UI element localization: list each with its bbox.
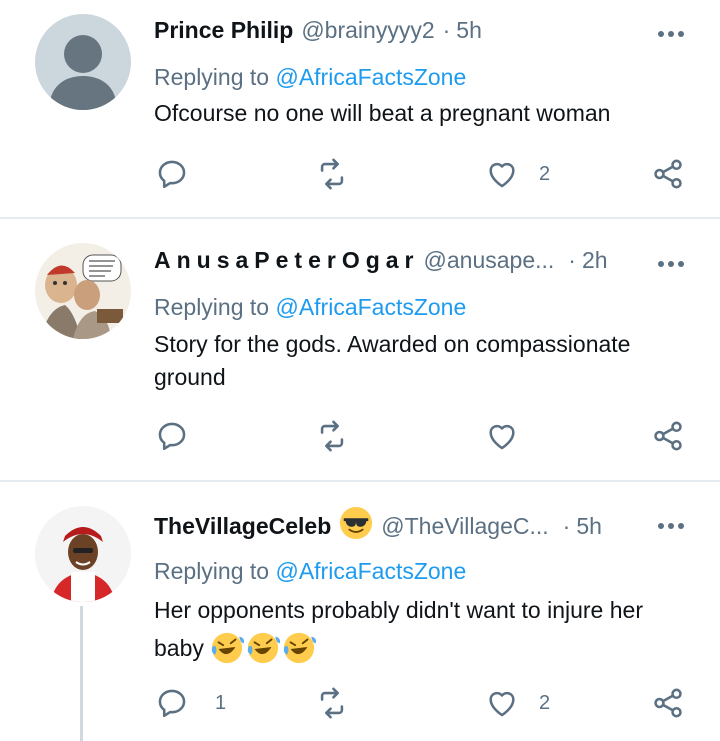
tweet-header: Prince Philip @brainyyyy2 · 5h: [154, 14, 482, 46]
tweet-header: AnusaPeterOgar @anusape... · 2h: [154, 244, 608, 276]
retweet-button[interactable]: [315, 418, 349, 454]
tweet-actions: [155, 418, 695, 454]
reply-icon: [158, 422, 186, 451]
replying-prefix: Replying to: [154, 64, 270, 90]
more-icon[interactable]: [658, 523, 684, 529]
handle[interactable]: @anusape...: [424, 247, 555, 274]
separator-dot: ·: [442, 16, 451, 43]
tweet-text: Ofcourse no one will beat a pregnant wom…: [154, 100, 611, 126]
tweet-text-line-2: baby: [154, 629, 694, 667]
tweet-text-line: ground: [154, 364, 226, 390]
mention-link[interactable]: @AfricaFactsZone: [275, 558, 466, 584]
mention-link[interactable]: @AfricaFactsZone: [275, 294, 466, 320]
retweet-icon: [320, 687, 344, 719]
tweet-2[interactable]: AnusaPeterOgar @anusape... · 2h Replying…: [0, 219, 720, 481]
tweet-text: Her opponents probably didn't want to in…: [154, 591, 694, 667]
more-icon[interactable]: [658, 31, 684, 37]
replying-to: Replying to @AfricaFactsZone: [154, 64, 466, 91]
tweet-header: TheVillageCeleb @TheVillageC... · 5h: [154, 506, 602, 542]
mention-link[interactable]: @AfricaFactsZone: [275, 64, 466, 90]
reply-button[interactable]: [155, 418, 189, 454]
retweet-icon: [320, 158, 344, 190]
tweet-text-line: Story for the gods. Awarded on compassio…: [154, 331, 631, 357]
replying-to: Replying to @AfricaFactsZone: [154, 558, 466, 585]
avatar[interactable]: [35, 14, 131, 110]
timestamp[interactable]: 5h: [456, 17, 482, 44]
share-button[interactable]: [651, 418, 685, 454]
reply-icon: [158, 689, 186, 718]
display-name[interactable]: TheVillageCeleb: [154, 513, 331, 540]
handle[interactable]: @brainyyyy2: [301, 17, 434, 44]
display-name[interactable]: AnusaPeterOgar: [154, 247, 420, 274]
like-icon: [489, 424, 515, 450]
reply-icon: [158, 160, 186, 189]
replying-to: Replying to @AfricaFactsZone: [154, 294, 466, 321]
retweet-button[interactable]: [315, 685, 349, 721]
tweet-3[interactable]: TheVillageCeleb @TheVillageC... · 5h Rep…: [0, 482, 720, 741]
replying-prefix: Replying to: [154, 558, 270, 584]
timestamp[interactable]: 5h: [576, 513, 602, 540]
replying-prefix: Replying to: [154, 294, 270, 320]
tweet-actions: 2: [155, 156, 695, 192]
share-icon: [654, 688, 682, 718]
display-name[interactable]: Prince Philip: [154, 17, 293, 44]
photo-avatar-icon: [35, 506, 131, 602]
like-icon: [489, 162, 515, 188]
share-icon: [654, 159, 682, 189]
like-count: 2: [539, 691, 551, 714]
separator-dot: ·: [562, 512, 571, 539]
like-button[interactable]: 2: [485, 685, 550, 721]
laughing-crying-emoji-icon: [210, 631, 316, 665]
tweet-text-line: Her opponents probably didn't want to in…: [154, 597, 643, 623]
cartoon-avatar-icon: [35, 243, 131, 339]
retweet-icon: [320, 420, 344, 452]
share-button[interactable]: [651, 156, 685, 192]
avatar[interactable]: [35, 506, 131, 602]
tweet-actions: 1 2: [155, 685, 695, 721]
retweet-button[interactable]: [315, 156, 349, 192]
tweet-1[interactable]: Prince Philip @brainyyyy2 · 5h Replying …: [0, 0, 720, 218]
share-icon: [654, 421, 682, 451]
thread-line: [80, 606, 83, 741]
reply-button[interactable]: [155, 156, 189, 192]
like-button[interactable]: [485, 418, 519, 454]
like-button[interactable]: 2: [485, 156, 550, 192]
like-count: 2: [539, 162, 551, 185]
sunglasses-emoji-icon: [339, 506, 373, 546]
handle[interactable]: @TheVillageC...: [381, 513, 548, 540]
share-button[interactable]: [651, 685, 685, 721]
tweet-text: Story for the gods. Awarded on compassio…: [154, 328, 694, 394]
more-icon[interactable]: [658, 261, 684, 267]
reply-button[interactable]: 1: [155, 685, 226, 721]
tweet-text-line: baby: [154, 635, 204, 661]
like-icon: [489, 691, 515, 717]
reply-count: 1: [215, 691, 227, 714]
separator-dot: ·: [568, 246, 576, 273]
avatar[interactable]: [35, 243, 131, 339]
default-avatar-icon: [35, 14, 131, 110]
timestamp[interactable]: 2h: [582, 247, 608, 274]
